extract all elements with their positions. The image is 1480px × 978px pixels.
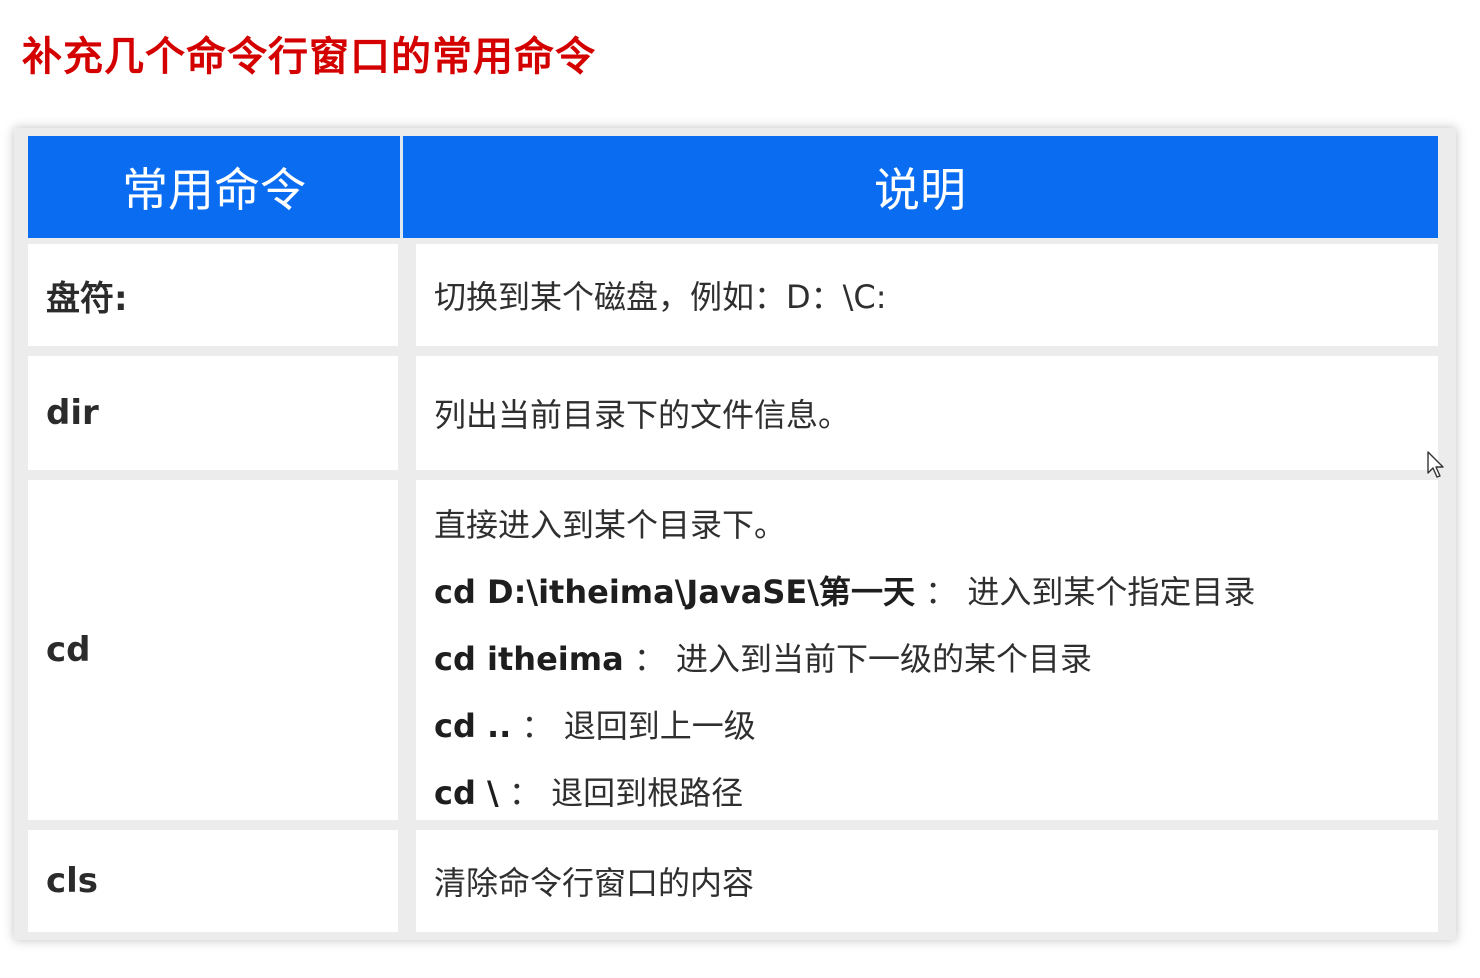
command-example: cd \ bbox=[434, 774, 499, 812]
mouse-pointer-icon bbox=[1427, 451, 1444, 478]
description-text: 退回到根路径 bbox=[551, 774, 744, 812]
description-line: cd itheima ： 进入到当前下一级的某个目录 bbox=[434, 638, 1438, 705]
command-example: cd D:\itheima\JavaSE\第一天 bbox=[434, 573, 915, 611]
description-cell: 切换到某个磁盘，例如：D：\C: bbox=[416, 244, 1438, 346]
description-line: cd .. ： 退回到上一级 bbox=[434, 705, 1438, 772]
table-row: cls 清除命令行窗口的内容 bbox=[28, 830, 1438, 932]
description-line: cd \ ： 退回到根路径 bbox=[434, 772, 1438, 839]
command-cell: 盘符: bbox=[28, 244, 398, 346]
header-command: 常用命令 bbox=[122, 163, 306, 217]
command-example: cd .. bbox=[434, 707, 512, 745]
description-text: 进入到某个指定目录 bbox=[967, 573, 1256, 611]
separator: ： bbox=[498, 774, 552, 812]
description-cell: 列出当前目录下的文件信息。 bbox=[416, 356, 1438, 470]
command-example: cd itheima bbox=[434, 640, 624, 678]
command-cell: dir bbox=[28, 356, 398, 470]
table-row: dir 列出当前目录下的文件信息。 bbox=[28, 356, 1438, 470]
separator: ： bbox=[623, 640, 677, 678]
description-line: cd D:\itheima\JavaSE\第一天 ： 进入到某个指定目录 bbox=[434, 571, 1438, 638]
command-cell: cls bbox=[28, 830, 398, 932]
description-line: 直接进入到某个目录下。 bbox=[434, 504, 1438, 571]
description-cell: 清除命令行窗口的内容 bbox=[416, 830, 1438, 932]
separator: ： bbox=[511, 707, 564, 745]
table-row: 盘符: 切换到某个磁盘，例如：D：\C: bbox=[28, 244, 1438, 346]
commands-table: 常用命令 说明 盘符: 切换到某个磁盘，例如：D：\C: dir 列出当前目录下… bbox=[14, 128, 1456, 940]
table-row: cd 直接进入到某个目录下。 cd D:\itheima\JavaSE\第一天 … bbox=[28, 480, 1438, 820]
description-text: 退回到上一级 bbox=[563, 707, 756, 745]
description-cell: 直接进入到某个目录下。 cd D:\itheima\JavaSE\第一天 ： 进… bbox=[416, 480, 1438, 820]
table-header-row: 常用命令 说明 bbox=[28, 136, 1438, 238]
header-description: 说明 bbox=[874, 163, 966, 217]
separator: ： bbox=[914, 573, 968, 611]
page-title: 补充几个命令行窗口的常用命令 bbox=[22, 34, 596, 80]
description-text: 进入到当前下一级的某个目录 bbox=[676, 640, 1093, 678]
command-cell: cd bbox=[28, 480, 398, 820]
description-text: 直接进入到某个目录下。 bbox=[434, 506, 787, 544]
